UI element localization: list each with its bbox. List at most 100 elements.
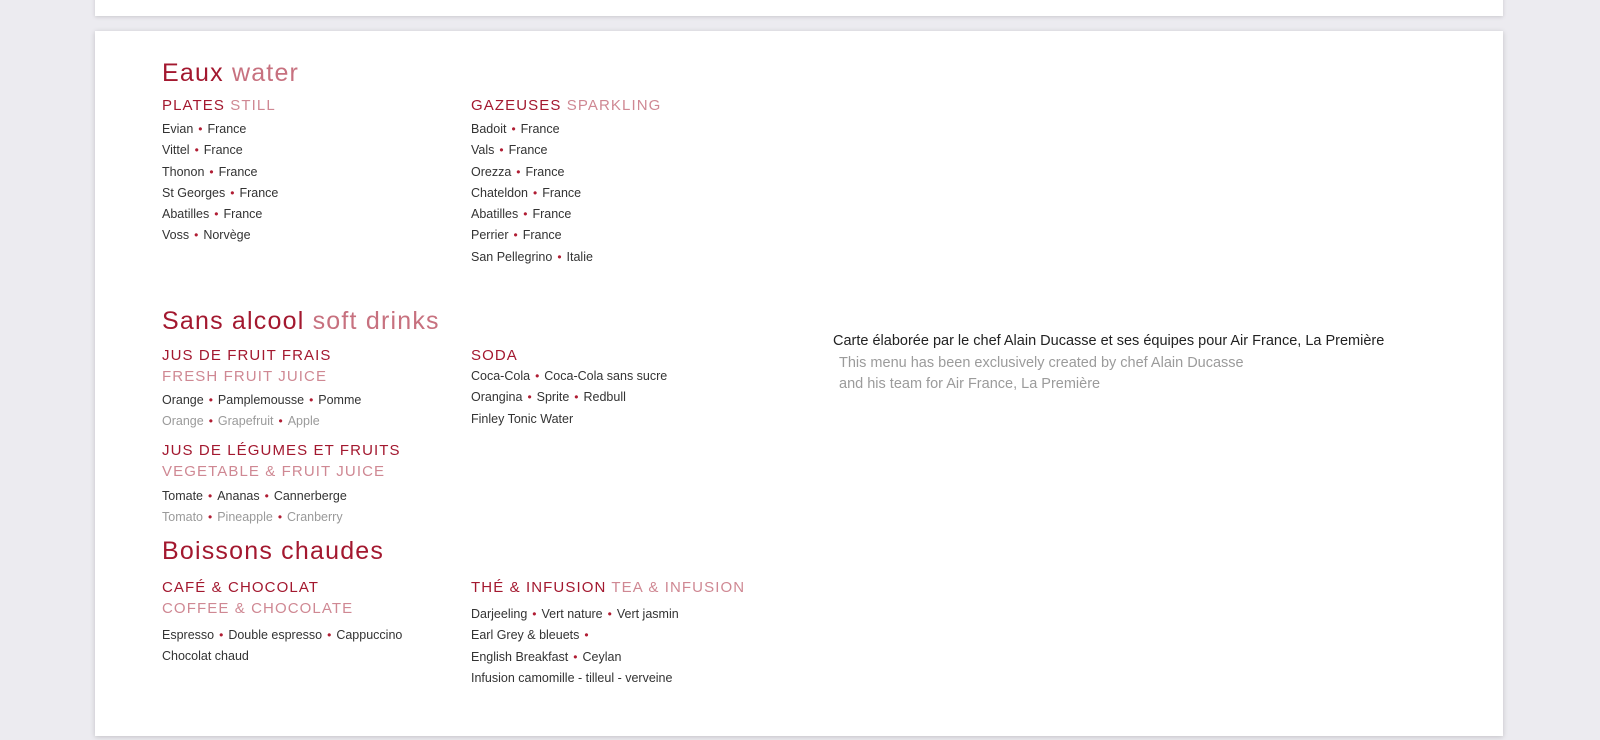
drink-name: France <box>542 185 582 200</box>
bullet-separator: • <box>523 207 528 222</box>
drink-name: Vert nature <box>541 607 603 621</box>
drink-name: Perrier <box>471 228 509 243</box>
water-section-title: Eaux water <box>162 59 299 88</box>
menu-credit-en-line2: and his team for Air France, La Première <box>839 376 1101 392</box>
tea-list: Darjeeling • Vert nature • Vert jasmin Earl G… <box>471 604 679 689</box>
bullet-separator: • <box>219 628 224 642</box>
drink-name: Pineapple <box>217 510 273 524</box>
bullet-separator: • <box>277 510 283 524</box>
drink-name: Tomato <box>162 510 203 524</box>
veg-juice-heading-fr: JUS DE LÉGUMES ET FRUITS <box>162 442 401 459</box>
sparkling-heading-fr: GAZEUSES <box>471 97 562 114</box>
drink-name: Norvège <box>203 228 251 243</box>
drink-name: Apple <box>287 414 320 428</box>
bullet-separator: • <box>573 649 578 664</box>
drink-name: Evian <box>162 122 194 136</box>
drink-name: Espresso <box>162 628 215 642</box>
bullet-separator: • <box>198 122 203 136</box>
bullet-separator: • <box>208 510 213 524</box>
drink-name: Sprite <box>536 390 570 405</box>
drink-name: Coca-Cola sans sucre <box>544 369 668 383</box>
list-item: Vittel • France <box>162 140 278 161</box>
drink-name: Double espresso <box>228 628 323 642</box>
bullet-separator: • <box>208 489 213 503</box>
list-item: Badoit • France <box>471 119 593 140</box>
drink-name: Cranberry <box>287 510 343 524</box>
drink-name: Vittel <box>162 143 190 158</box>
drink-name: France <box>522 228 562 243</box>
drink-name: Pomme <box>318 393 362 407</box>
drink-name: France <box>508 143 548 158</box>
sparkling-heading: GAZEUSES SPARKLING <box>471 97 661 114</box>
drink-name: Badoit <box>471 122 507 136</box>
list-item: Coca-Cola • Coca-Cola sans sucre <box>471 366 667 387</box>
bullet-separator: • <box>533 185 538 200</box>
tea-heading: THÉ & INFUSION TEA & INFUSION <box>471 579 745 596</box>
bullet-separator: • <box>527 390 532 405</box>
menu-credit-fr: Carte élaborée par le chef Alain Ducasse… <box>833 333 1385 349</box>
hot-drinks-section-title: Boissons chaudes <box>162 537 385 565</box>
coffee-heading-en: COFFEE & CHOCOLATE <box>162 600 354 617</box>
bullet-separator: • <box>607 607 612 621</box>
drink-name: Redbull <box>583 390 626 405</box>
drink-name: Grapefruit <box>217 414 274 428</box>
bullet-separator: • <box>535 369 540 383</box>
drink-name: Infusion camomille - tilleul - verveine <box>471 670 673 685</box>
drink-name: France <box>532 207 572 222</box>
menu-credit-en: This menu has been exclusively created b… <box>839 353 1244 395</box>
fruit-juice-items-fr: Orange • Pamplemousse • Pomme <box>162 393 361 407</box>
fruit-juice-heading-en: FRESH FRUIT JUICE <box>162 368 328 385</box>
menu-credit-en-line1: This menu has been exclusively created b… <box>839 355 1244 371</box>
drink-name: Coca-Cola <box>471 369 531 383</box>
veg-juice-items-en: Tomato • Pineapple • Cranberry <box>162 510 343 524</box>
list-item: Chateldon • France <box>471 183 593 204</box>
tea-heading-en: TEA & INFUSION <box>611 579 746 596</box>
list-item: Abatilles • France <box>471 204 593 225</box>
bullet-separator: • <box>574 390 579 405</box>
still-heading: PLATES STILL <box>162 97 276 114</box>
drink-name: Orange <box>162 414 204 428</box>
list-item: Vals • France <box>471 140 593 161</box>
bullet-separator: • <box>209 164 214 179</box>
list-item: St Georges • France <box>162 183 278 204</box>
list-item: Earl Grey & bleuets • <box>471 625 679 646</box>
drink-name: Finley Tonic Water <box>471 411 574 426</box>
drink-name: France <box>520 122 560 136</box>
drink-name: Italie <box>566 249 593 264</box>
previous-card <box>95 0 1503 16</box>
coffee-heading-fr: CAFÉ & CHOCOLAT <box>162 579 320 596</box>
list-item: English Breakfast • Ceylan <box>471 647 679 668</box>
list-item: San Pellegrino • Italie <box>471 247 593 268</box>
drink-name: Ceylan <box>582 649 622 664</box>
bullet-separator: • <box>499 143 504 158</box>
list-item: Perrier • France <box>471 225 593 246</box>
coffee-list: Espresso • Double espresso • Cappuccino Choco… <box>162 625 402 668</box>
drink-name: Vals <box>471 143 495 158</box>
drink-name: Vert jasmin <box>616 607 679 621</box>
bullet-separator: • <box>208 393 213 407</box>
drink-name: Thonon <box>162 164 205 179</box>
list-item: Chocolat chaud <box>162 646 402 667</box>
drink-name: Earl Grey & bleuets <box>471 628 580 643</box>
drink-name: France <box>218 164 258 179</box>
drink-name: Chateldon <box>471 185 528 200</box>
soft-title-fr: Sans alcool <box>162 307 305 335</box>
bullet-separator: • <box>278 414 283 428</box>
soft-drinks-section-title: Sans alcool soft drinks <box>162 307 440 336</box>
list-item: Infusion camomille - tilleul - verveine <box>471 668 679 689</box>
drink-name: Pamplemousse <box>217 393 305 407</box>
bullet-separator: • <box>194 228 199 243</box>
water-title-fr: Eaux <box>162 59 224 87</box>
soda-list: Coca-Cola • Coca-Cola sans sucre Orangina • S… <box>471 366 667 430</box>
drink-name: France <box>525 164 565 179</box>
drink-name: Abatilles <box>471 207 519 222</box>
list-item: Evian • France <box>162 119 278 140</box>
list-item: Finley Tonic Water <box>471 409 667 430</box>
bullet-separator: • <box>214 207 219 222</box>
list-item: Thonon • France <box>162 162 278 183</box>
drink-name: San Pellegrino <box>471 249 553 264</box>
still-water-list: Evian • France Vittel • France Thonon • France St… <box>162 119 278 247</box>
drink-name: St Georges <box>162 185 226 200</box>
bullet-separator: • <box>532 607 537 621</box>
drink-name: Orange <box>162 393 204 407</box>
